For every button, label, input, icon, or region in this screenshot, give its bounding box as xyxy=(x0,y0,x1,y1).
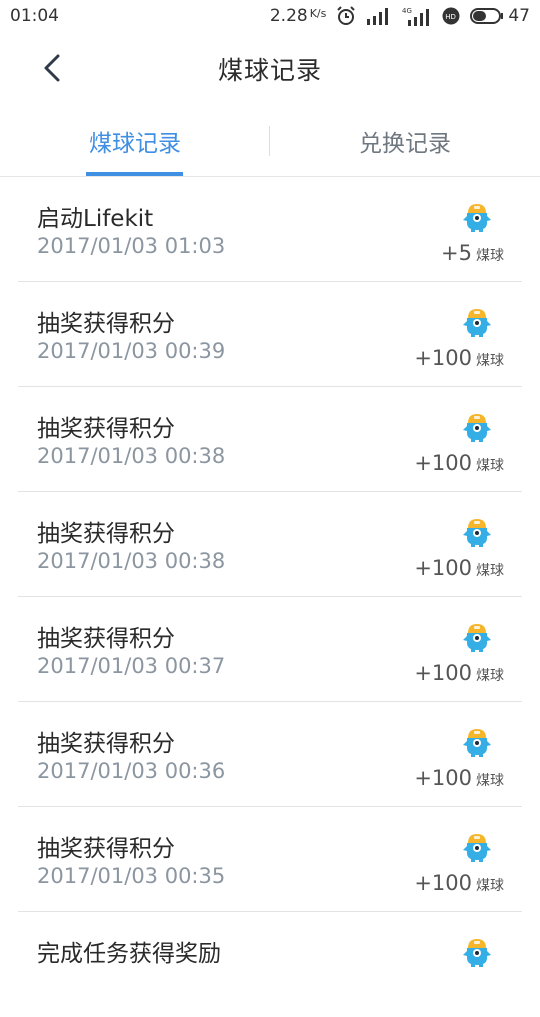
record-time: 2017/01/03 00:39 xyxy=(37,339,226,363)
coal-mascot-icon xyxy=(462,934,492,968)
status-icons: 2.28 K/s 4G HD 47 xyxy=(270,6,530,26)
record-reward xyxy=(500,976,504,1000)
page-title: 煤球记录 xyxy=(217,56,322,85)
battery-icon xyxy=(470,8,504,24)
list-item[interactable]: 抽奖获得积分 2017/01/03 00:37 +100 煤球 xyxy=(0,597,540,702)
coal-mascot-icon xyxy=(462,514,492,548)
record-title: 抽奖获得积分 xyxy=(37,626,175,652)
list-item[interactable]: 抽奖获得积分 2017/01/03 00:35 +100 煤球 xyxy=(0,807,540,912)
record-title: 完成任务获得奖励 xyxy=(37,941,221,967)
record-reward: +100 煤球 xyxy=(414,451,504,475)
reward-unit: 煤球 xyxy=(476,668,504,684)
network-speed-value: 2.28 xyxy=(269,6,308,26)
reward-unit: 煤球 xyxy=(476,878,504,894)
tab-coal-records[interactable]: 煤球记录 xyxy=(0,124,270,158)
list-item[interactable]: 抽奖获得积分 2017/01/03 00:39 +100 煤球 xyxy=(0,282,540,387)
battery-status: 47 xyxy=(470,6,530,26)
reward-amount: +100 xyxy=(414,451,472,475)
list-item[interactable]: 抽奖获得积分 2017/01/03 00:38 +100 煤球 xyxy=(0,387,540,492)
reward-unit: 煤球 xyxy=(476,248,504,264)
reward-amount: +100 xyxy=(414,556,472,580)
record-title: 抽奖获得积分 xyxy=(37,311,175,337)
record-time: 2017/01/03 00:38 xyxy=(37,549,226,573)
list-item[interactable]: 抽奖获得积分 2017/01/03 00:38 +100 煤球 xyxy=(0,492,540,597)
record-reward: +100 煤球 xyxy=(414,766,504,790)
signal-4g-icon: 4G xyxy=(402,6,432,26)
record-time: 2017/01/03 00:37 xyxy=(37,654,226,678)
record-reward: +5 煤球 xyxy=(441,241,504,265)
nav-bar: 煤球记录 xyxy=(0,34,540,104)
active-tab-indicator xyxy=(86,172,183,176)
reward-unit: 煤球 xyxy=(476,773,504,789)
record-title: 抽奖获得积分 xyxy=(37,416,175,442)
coal-mascot-icon xyxy=(462,829,492,863)
record-title: 启动Lifekit xyxy=(37,206,154,232)
coal-mascot-icon xyxy=(462,724,492,758)
network-speed-unit: K/s xyxy=(309,7,327,20)
record-time: 2017/01/03 00:35 xyxy=(37,864,226,888)
reward-amount: +100 xyxy=(414,346,472,370)
list-item[interactable]: 启动Lifekit 2017/01/03 01:03 +5 煤球 xyxy=(0,177,540,282)
alarm-icon xyxy=(336,6,356,26)
records-list: 启动Lifekit 2017/01/03 01:03 +5 煤球 抽奖获得积分 2… xyxy=(0,177,540,1017)
record-title: 抽奖获得积分 xyxy=(37,521,175,547)
network-speed: 2.28 K/s xyxy=(270,6,327,26)
svg-text:4G: 4G xyxy=(402,7,412,15)
record-reward: +100 煤球 xyxy=(414,346,504,370)
coal-mascot-icon xyxy=(462,619,492,653)
tab-exchange-records[interactable]: 兑换记录 xyxy=(270,124,540,158)
reward-amount: +5 xyxy=(441,241,472,265)
reward-amount: +100 xyxy=(414,766,472,790)
record-title: 抽奖获得积分 xyxy=(37,731,175,757)
list-item[interactable]: 抽奖获得积分 2017/01/03 00:36 +100 煤球 xyxy=(0,702,540,807)
record-reward: +100 煤球 xyxy=(414,871,504,895)
reward-unit: 煤球 xyxy=(476,563,504,579)
coal-mascot-icon xyxy=(462,199,492,233)
record-reward: +100 煤球 xyxy=(414,556,504,580)
signal-icon xyxy=(366,7,392,25)
reward-unit: 煤球 xyxy=(476,458,504,474)
tab-bar: 煤球记录 兑换记录 xyxy=(0,104,540,177)
record-time: 2017/01/03 01:03 xyxy=(37,234,226,258)
record-title: 抽奖获得积分 xyxy=(37,836,175,862)
record-time: 2017/01/03 00:38 xyxy=(37,444,226,468)
reward-unit: 煤球 xyxy=(476,353,504,369)
status-bar: 01:04 2.28 K/s 4G HD 47 xyxy=(0,0,540,34)
reward-amount: +100 xyxy=(414,871,472,895)
svg-text:HD: HD xyxy=(446,13,457,21)
list-item[interactable]: 完成任务获得奖励 xyxy=(0,912,540,1017)
status-time: 01:04 xyxy=(10,6,59,26)
coal-mascot-icon xyxy=(462,409,492,443)
reward-amount: +100 xyxy=(414,661,472,685)
hd-icon: HD xyxy=(442,7,460,25)
record-reward: +100 煤球 xyxy=(414,661,504,685)
record-time: 2017/01/03 00:36 xyxy=(37,759,226,783)
coal-mascot-icon xyxy=(462,304,492,338)
battery-level: 47 xyxy=(508,6,530,26)
